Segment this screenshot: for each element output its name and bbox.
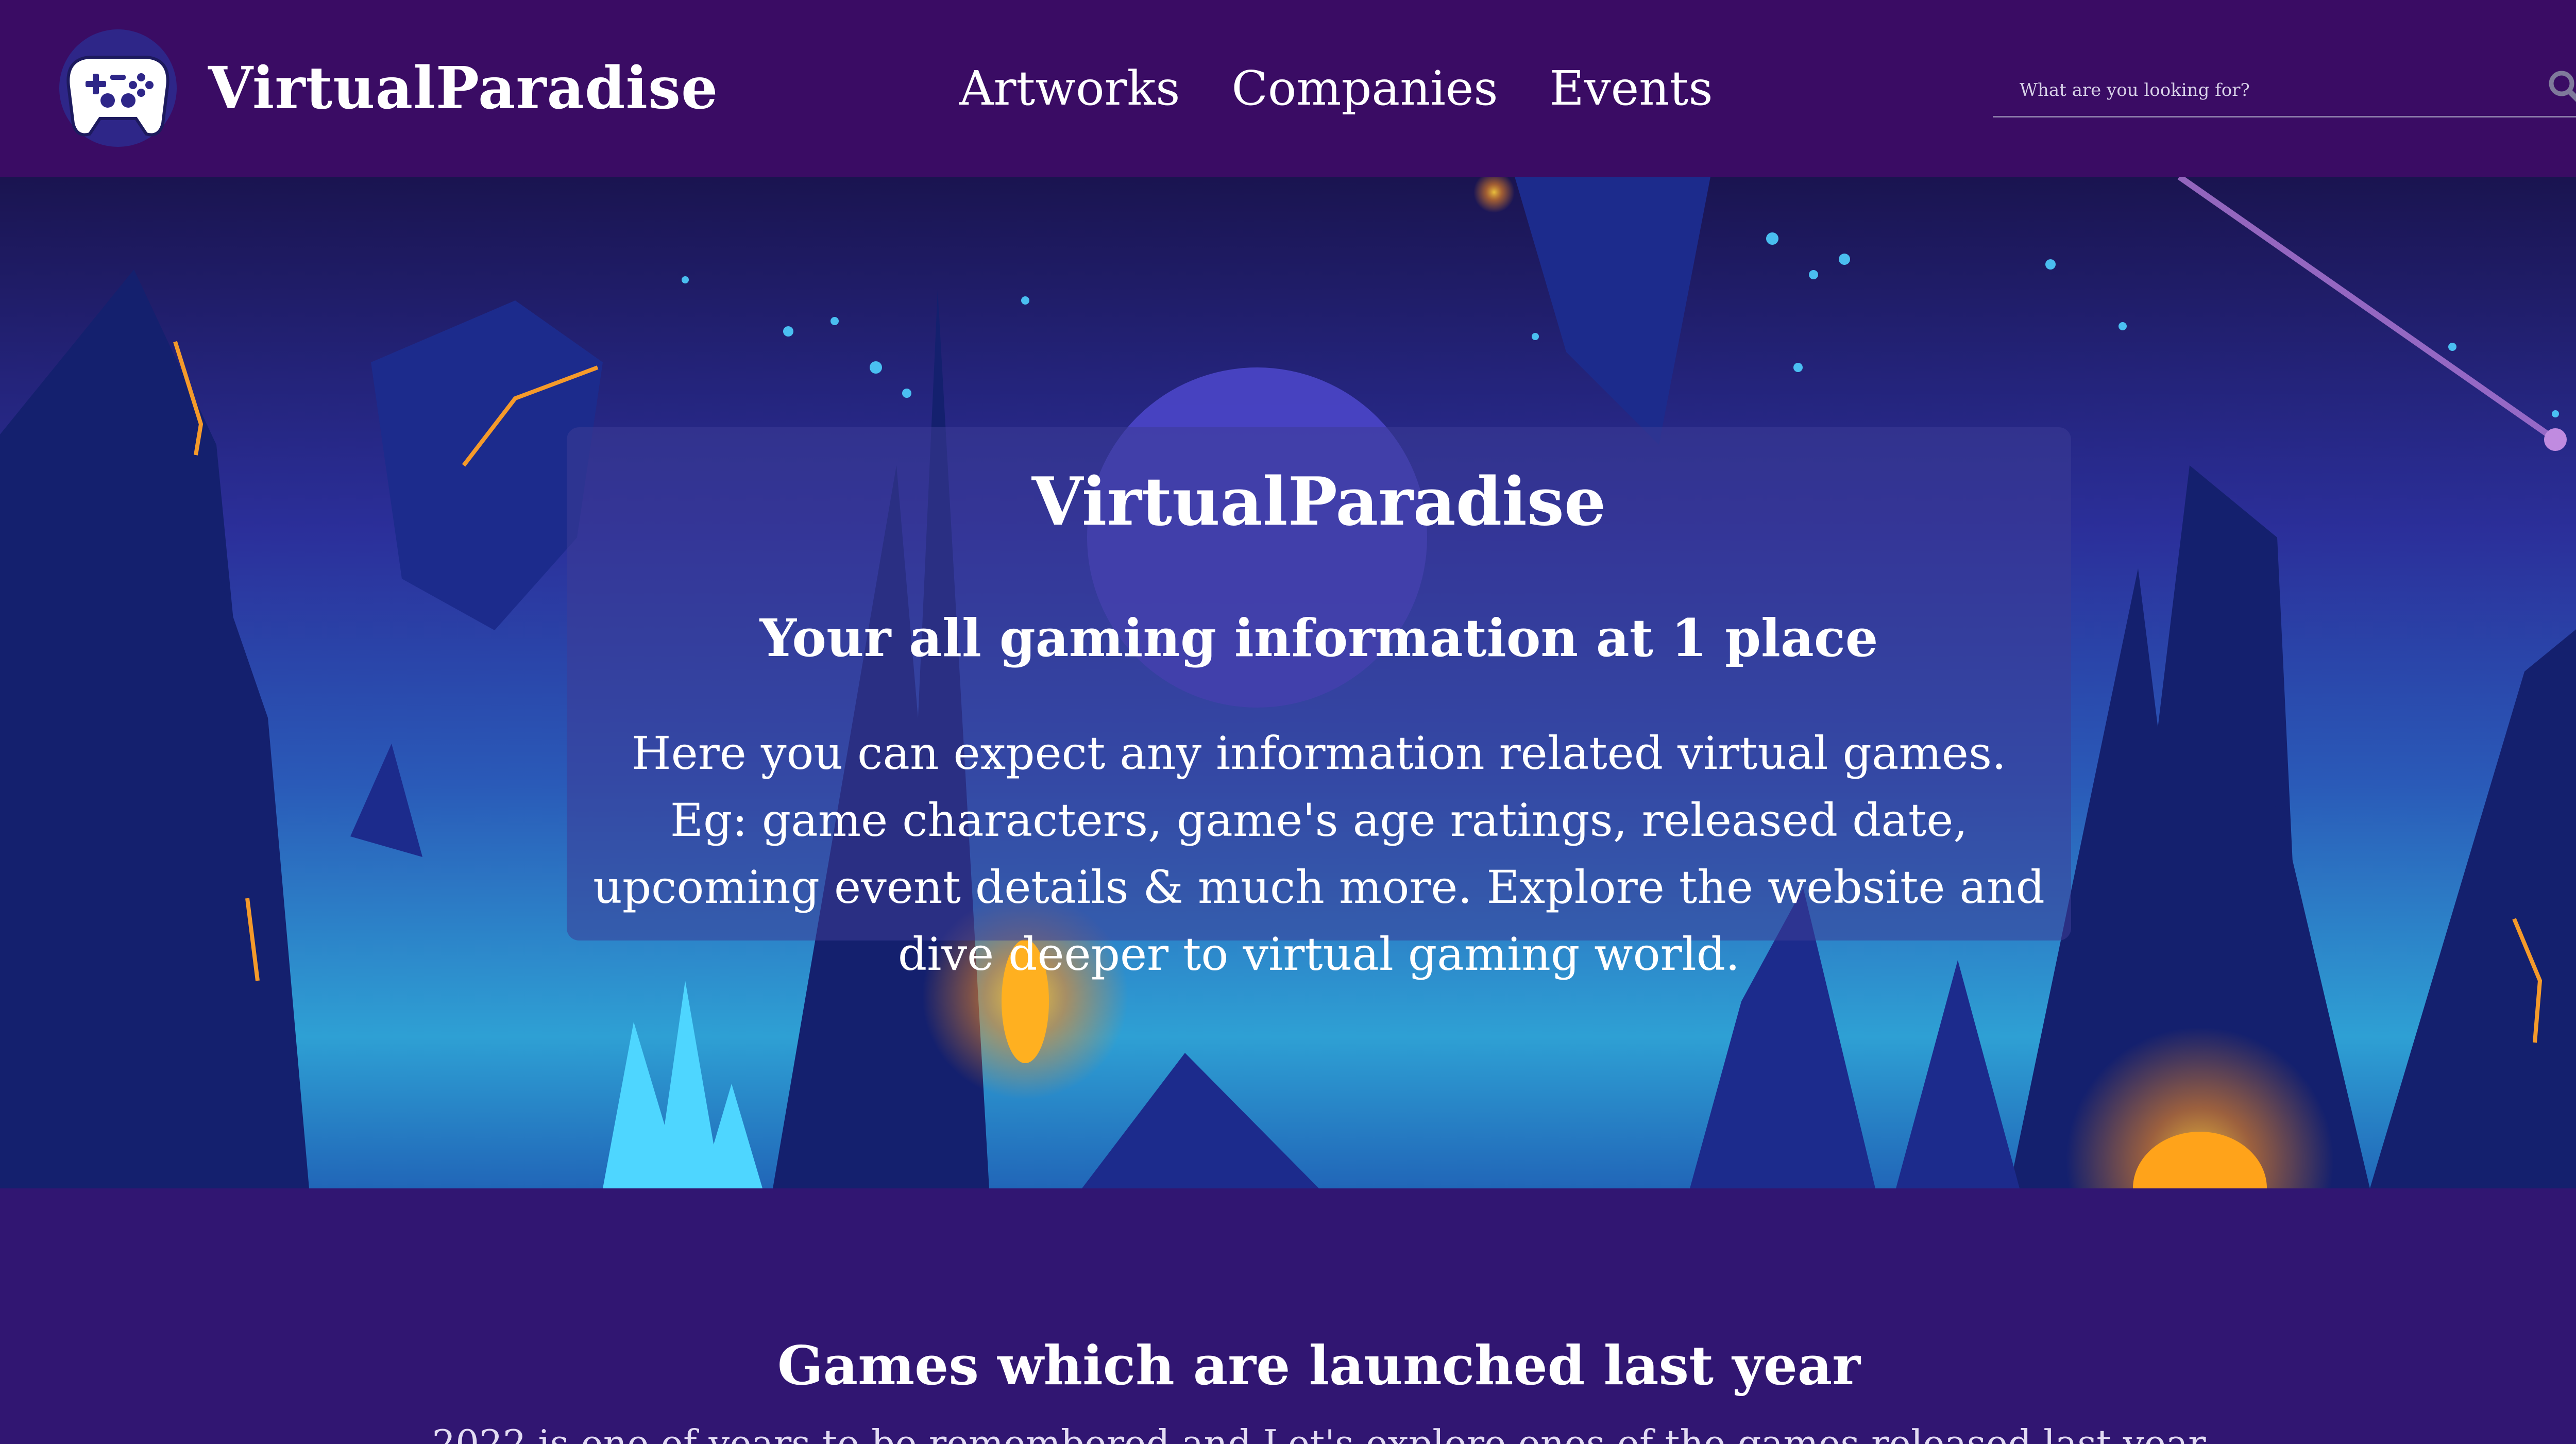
- hero-banner: VirtualParadise Your all gaming informat…: [0, 177, 2576, 1188]
- section-text: 2022 is one of years to be remembered an…: [432, 1422, 2206, 1444]
- section-title: Games which are launched last year: [777, 1334, 1861, 1397]
- nav-link-companies[interactable]: Companies: [1231, 61, 1498, 116]
- navbar: VirtualParadise Artworks Companies Event…: [0, 0, 2576, 177]
- hero-title: VirtualParadise: [1031, 463, 1606, 541]
- hero-subtitle: Your all gaming information at 1 place: [759, 608, 1878, 668]
- search-icon[interactable]: [2546, 68, 2576, 107]
- hero-description: Here you can expect any information rela…: [593, 727, 2045, 981]
- nav-link-events[interactable]: Events: [1550, 61, 1713, 116]
- brand[interactable]: VirtualParadise: [54, 28, 718, 148]
- brand-name: VirtualParadise: [208, 54, 719, 122]
- gamepad-logo-icon: [59, 29, 177, 147]
- main-nav: Artworks Companies Events: [959, 61, 1713, 116]
- search-bar: [1993, 62, 2576, 117]
- last-year-games-section: Games which are launched last year 2022 …: [0, 1188, 2576, 1444]
- nav-link-artworks[interactable]: Artworks: [959, 61, 1180, 116]
- search-input[interactable]: [1993, 72, 2508, 108]
- hero-info-card: VirtualParadise Your all gaming informat…: [567, 427, 2071, 981]
